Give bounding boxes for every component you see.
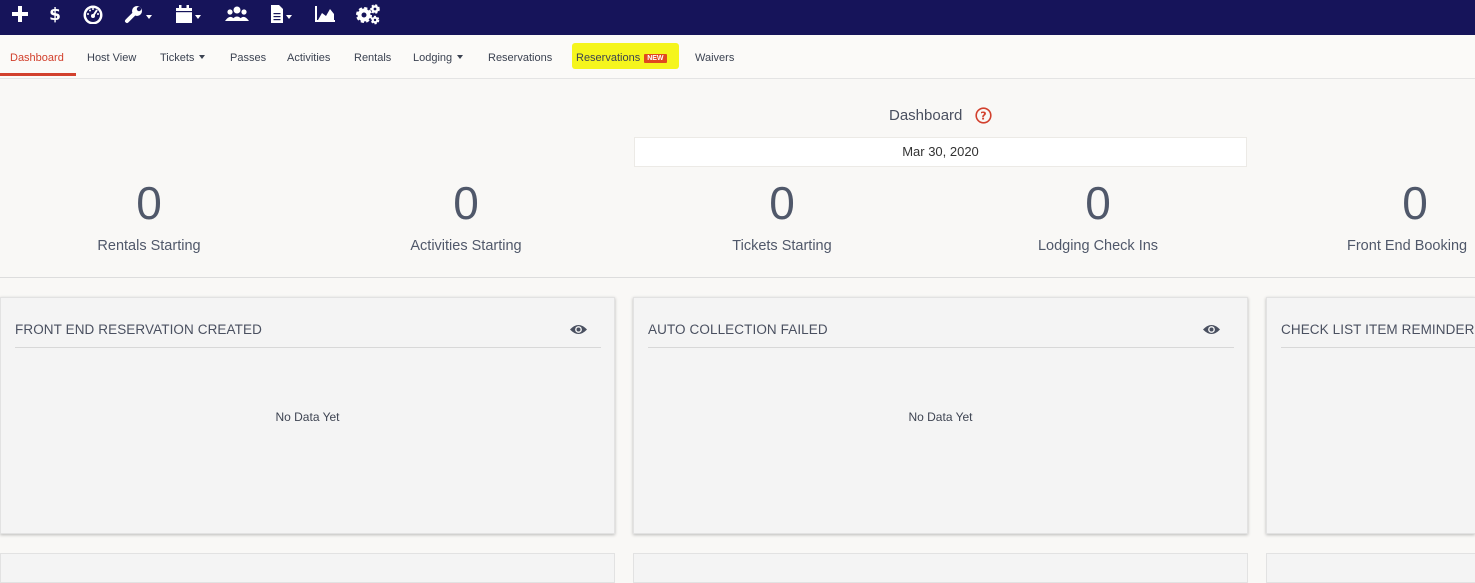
nav-label: Passes [230, 52, 267, 64]
new-badge: NEW [644, 54, 667, 63]
stat-label-lodging: Lodging Check Ins [1037, 238, 1159, 254]
dashboard-gauge-icon[interactable] [82, 0, 104, 28]
users-icon[interactable] [225, 0, 249, 28]
page-title: Dashboard [889, 107, 963, 124]
stat-label-front-end: Front End Booking [1347, 238, 1468, 254]
nav-host-view[interactable]: Host View [87, 35, 136, 76]
date-picker[interactable]: Mar 30, 2020 [634, 137, 1247, 167]
caret-down-icon [457, 55, 464, 59]
svg-text:?: ? [980, 110, 986, 123]
nav-rentals[interactable]: Rentals [354, 35, 391, 76]
card-auto-collection-failed: AUTO COLLECTION FAILED No Data Yet [633, 297, 1248, 534]
nav-label: Dashboard [10, 52, 64, 64]
stat-label-rentals: Rentals Starting [97, 238, 201, 254]
nav-reservations-new[interactable]: Reservations NEW [576, 35, 667, 76]
divider [0, 277, 1475, 278]
nav-label: Reservations [576, 52, 641, 64]
nav-activities[interactable]: Activities [287, 35, 330, 76]
nav-label: Rentals [354, 52, 392, 64]
dollar-icon[interactable]: $ [49, 0, 61, 28]
card-partial [1266, 553, 1475, 583]
document-icon[interactable] [270, 0, 292, 28]
card-check-list-item-reminder: CHECK LIST ITEM REMINDER [1266, 297, 1475, 534]
svg-text:$: $ [49, 5, 61, 24]
card-partial [0, 553, 615, 583]
caret-down-icon [199, 55, 206, 59]
card-title: CHECK LIST ITEM REMINDER [1281, 322, 1475, 337]
nav-dashboard[interactable]: Dashboard [10, 35, 64, 76]
active-tab-indicator [0, 73, 76, 76]
nav-passes[interactable]: Passes [230, 35, 266, 76]
eye-icon[interactable] [1202, 323, 1221, 341]
nav-label: Host View [87, 52, 137, 64]
stat-value-tickets: 0 [769, 177, 795, 229]
nav-label: Reservations [488, 52, 553, 64]
nav-label: Activities [287, 52, 331, 64]
help-icon[interactable]: ? [975, 107, 992, 129]
stat-label-tickets: Tickets Starting [732, 238, 832, 254]
top-toolbar: $ [0, 0, 1475, 35]
stat-label-activities: Activities Starting [410, 238, 522, 254]
wrench-icon[interactable] [124, 0, 152, 28]
nav-tickets[interactable]: Tickets [160, 35, 206, 76]
cogs-icon[interactable] [355, 0, 381, 28]
nav-label: Tickets [160, 52, 195, 64]
card-divider [15, 347, 601, 348]
nav-reservations[interactable]: Reservations [488, 35, 552, 76]
main-nav: Dashboard Host View Tickets Passes Activ… [0, 35, 1475, 79]
stat-value-front-end: 0 [1402, 177, 1428, 229]
area-chart-icon[interactable] [314, 0, 336, 28]
card-title: FRONT END RESERVATION CREATED [15, 322, 262, 337]
stat-value-rentals: 0 [136, 177, 162, 229]
calendar-icon[interactable] [175, 0, 201, 28]
nav-waivers[interactable]: Waivers [695, 35, 734, 76]
card-divider [648, 347, 1234, 348]
nav-label: Waivers [695, 52, 735, 64]
card-front-end-reservation: FRONT END RESERVATION CREATED No Data Ye… [0, 297, 615, 534]
empty-state-text: No Data Yet [275, 410, 340, 424]
card-title: AUTO COLLECTION FAILED [648, 322, 828, 337]
eye-icon[interactable] [569, 323, 588, 341]
stat-value-activities: 0 [453, 177, 479, 229]
plus-icon[interactable] [11, 0, 29, 28]
card-divider [1281, 347, 1475, 348]
stat-value-lodging: 0 [1085, 177, 1111, 229]
card-partial [633, 553, 1248, 583]
nav-lodging[interactable]: Lodging [413, 35, 464, 76]
empty-state-text: No Data Yet [908, 410, 973, 424]
nav-label: Lodging [413, 52, 453, 64]
